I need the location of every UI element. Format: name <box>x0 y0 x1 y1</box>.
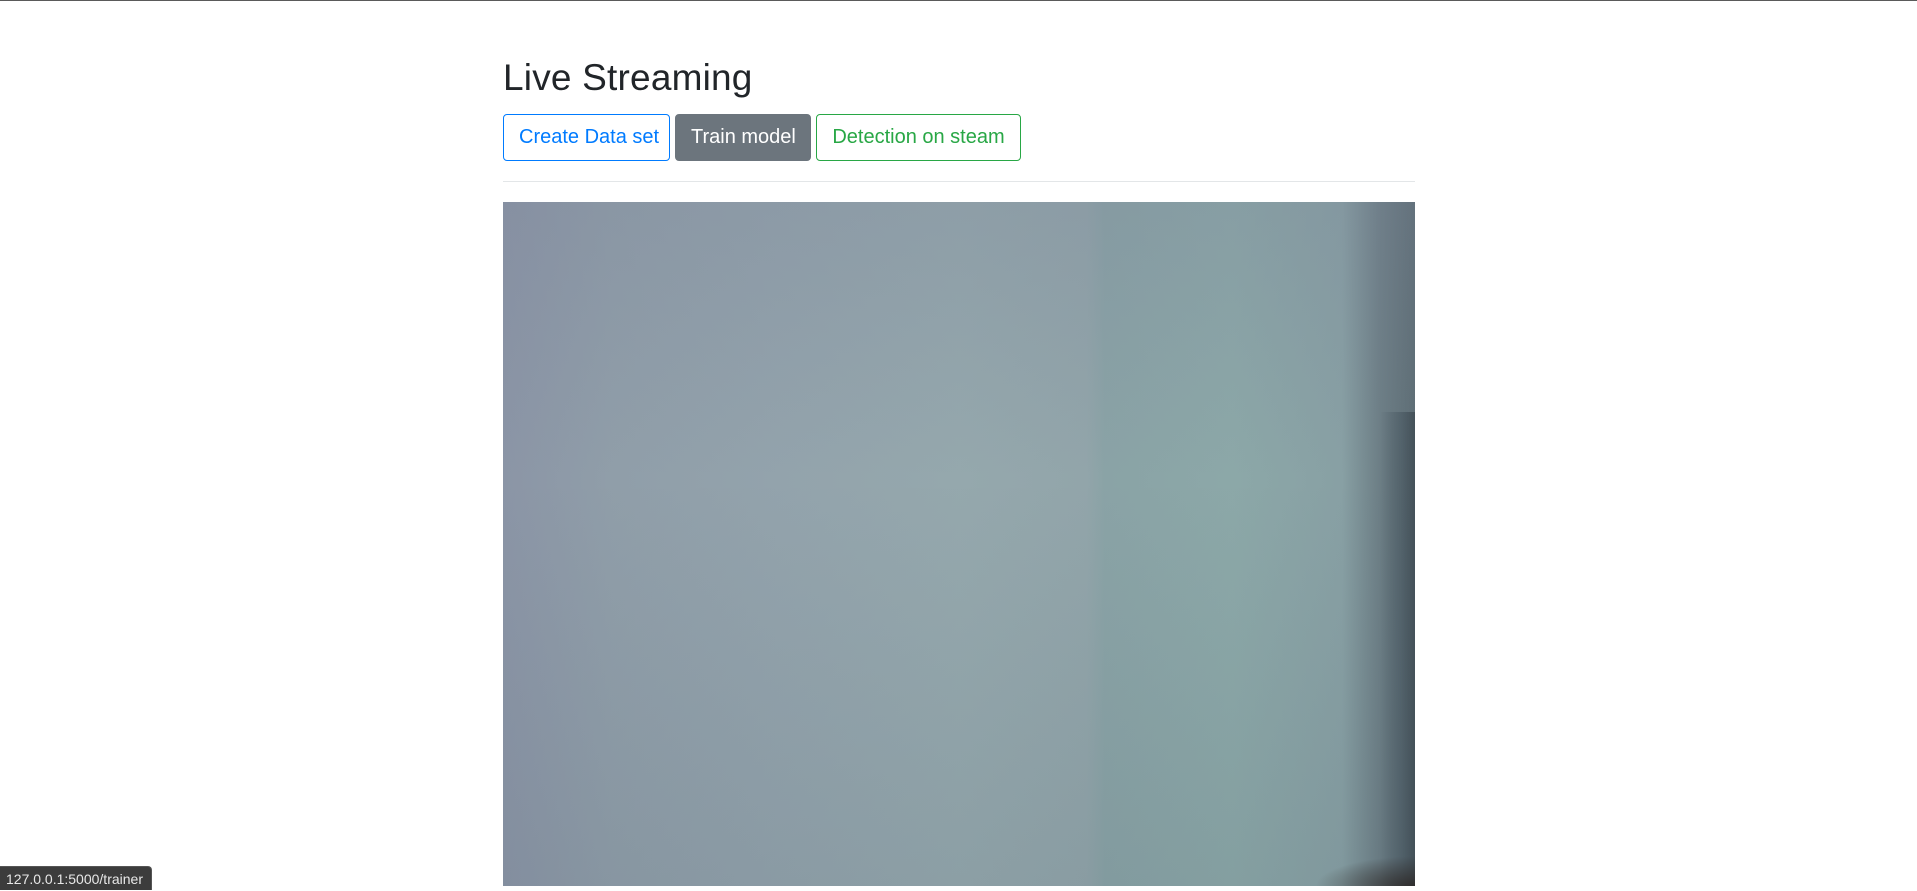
link-status-url: 127.0.0.1:5000/trainer <box>0 866 152 890</box>
detection-on-stream-button[interactable]: Detection on steam <box>816 114 1021 161</box>
stream-right-edge-shadow <box>1380 412 1415 886</box>
stream-lighting-overlay <box>503 202 1415 886</box>
create-dataset-button[interactable]: Create Data set <box>503 114 670 161</box>
main-container: Live Streaming Create Data set Train mod… <box>503 56 1415 886</box>
browser-top-border <box>0 0 1917 1</box>
action-button-group: Create Data set Train model Detection on… <box>503 114 1415 161</box>
live-video-stream <box>503 202 1415 886</box>
section-divider <box>503 181 1415 182</box>
stream-corner-shadow <box>1315 856 1415 886</box>
train-model-button[interactable]: Train model <box>675 114 811 161</box>
page-title: Live Streaming <box>503 57 753 98</box>
